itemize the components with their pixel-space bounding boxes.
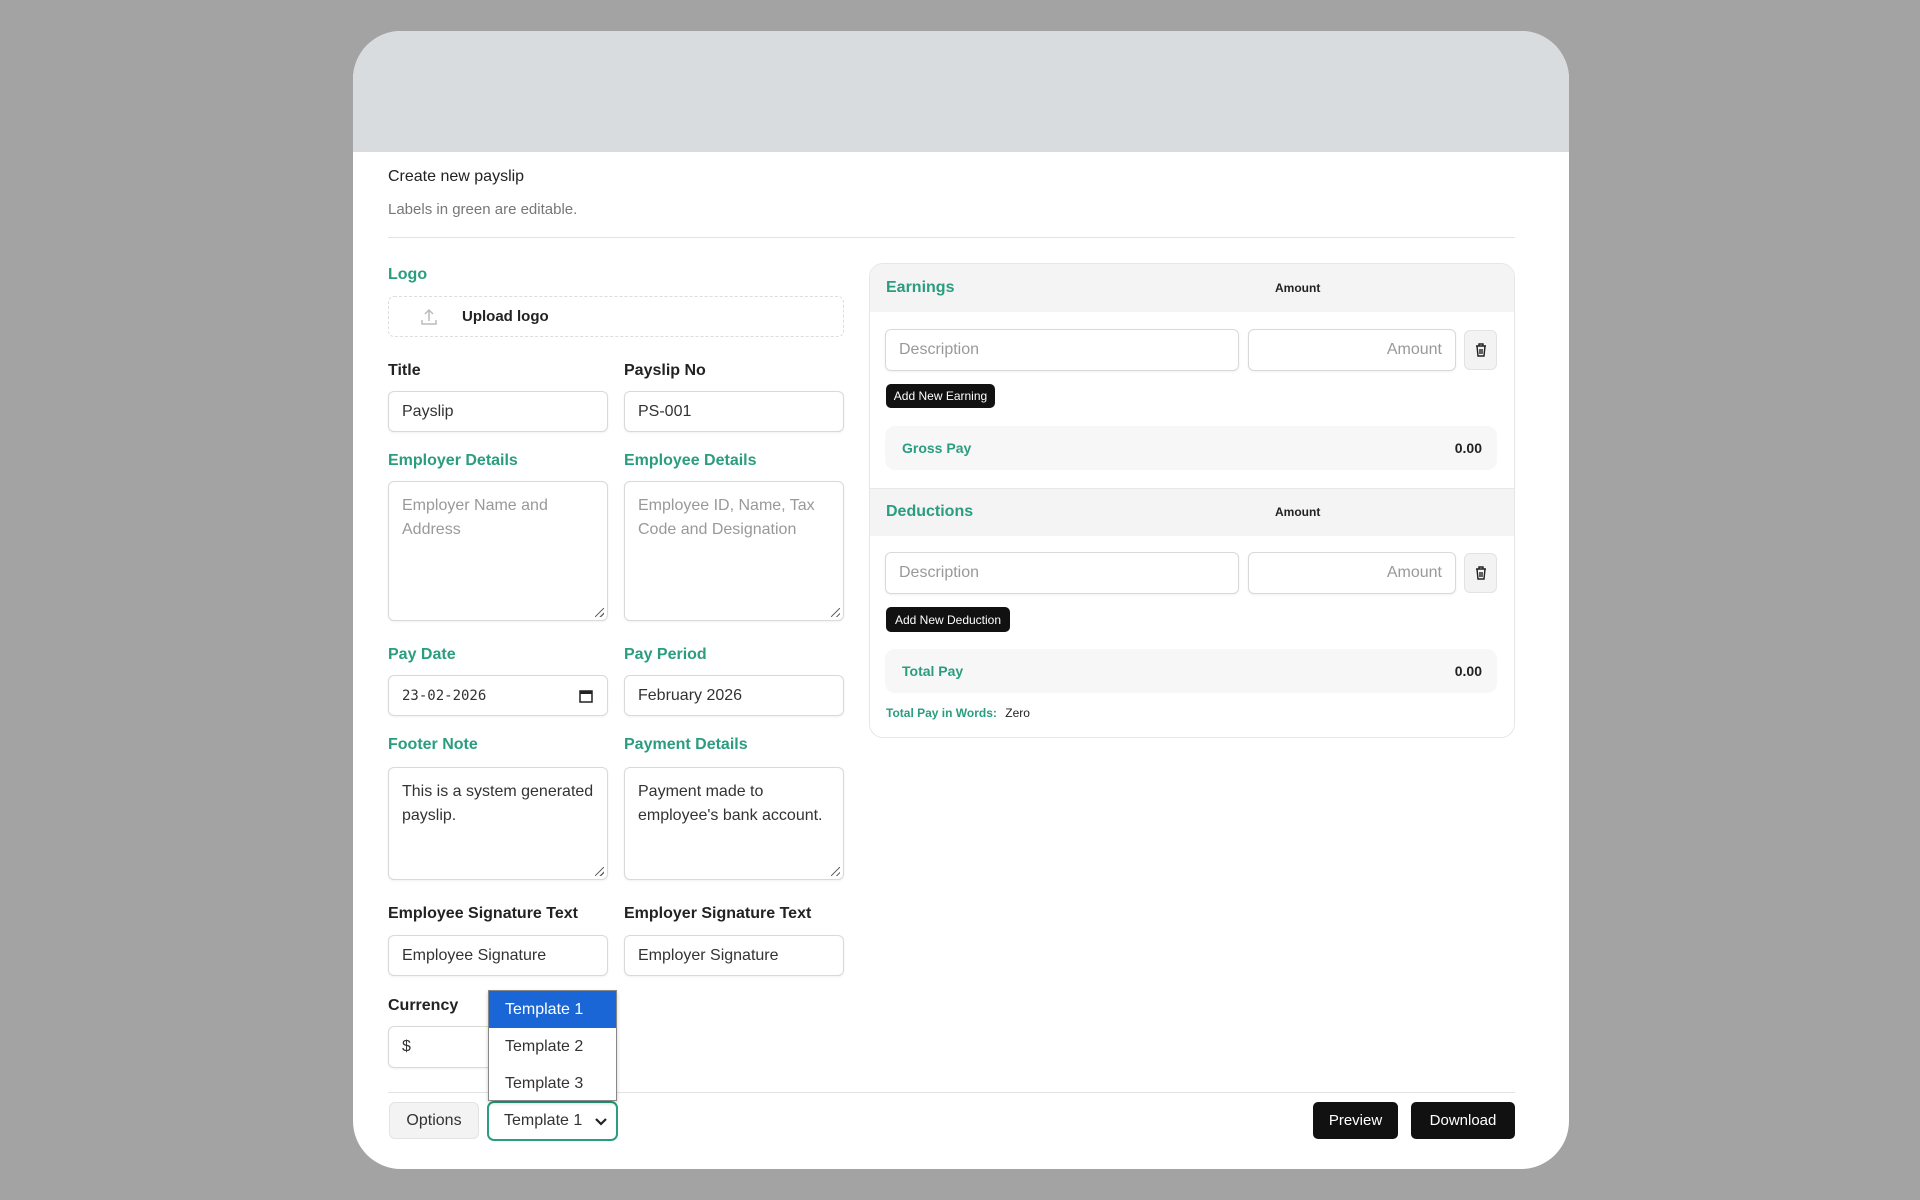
pay-date-input[interactable]: 23-02-2026 <box>388 675 608 716</box>
template-select-value: Template 1 <box>504 1112 582 1130</box>
employer-details-textarea[interactable]: Employer Name and Address <box>388 481 608 621</box>
card-header-banner <box>353 31 1569 152</box>
resize-grip-icon[interactable] <box>831 608 840 617</box>
calendar-icon[interactable] <box>579 689 593 703</box>
total-pay-words-row: Total Pay in Words: Zero <box>886 706 1030 720</box>
upload-icon <box>419 307 439 327</box>
resize-grip-icon[interactable] <box>831 867 840 876</box>
template-option-3[interactable]: Template 3 <box>489 1065 616 1102</box>
total-pay-value: 0.00 <box>1455 663 1482 679</box>
add-new-deduction-button[interactable]: Add New Deduction <box>886 607 1010 632</box>
chevron-down-icon <box>595 1117 607 1126</box>
download-button[interactable]: Download <box>1411 1102 1515 1139</box>
total-pay-label[interactable]: Total Pay <box>902 663 963 679</box>
upload-logo-label: Upload logo <box>462 308 549 325</box>
template-option-1[interactable]: Template 1 <box>489 991 616 1028</box>
resize-grip-icon[interactable] <box>595 867 604 876</box>
total-pay-words-label[interactable]: Total Pay in Words: <box>886 706 997 720</box>
currency-label: Currency <box>388 997 458 1015</box>
employee-signature-label: Employee Signature Text <box>388 905 578 923</box>
payment-details-textarea[interactable]: Payment made to employee's bank account. <box>624 767 844 880</box>
employee-details-placeholder: Employee ID, Name, Tax Code and Designat… <box>638 494 830 542</box>
earnings-amount-header: Amount <box>1275 281 1320 295</box>
gross-pay-value: 0.00 <box>1455 440 1482 456</box>
employer-signature-input[interactable]: Employer Signature <box>624 935 844 976</box>
employer-details-label[interactable]: Employer Details <box>388 452 518 470</box>
payment-details-value: Payment made to employee's bank account. <box>638 780 830 828</box>
earning-amount-input[interactable]: Amount <box>1248 329 1456 371</box>
employee-details-textarea[interactable]: Employee ID, Name, Tax Code and Designat… <box>624 481 844 621</box>
earning-description-input[interactable]: Description <box>885 329 1239 371</box>
footer-note-value: This is a system generated payslip. <box>402 780 594 828</box>
footer-note-textarea[interactable]: This is a system generated payslip. <box>388 767 608 880</box>
employee-signature-input[interactable]: Employee Signature <box>388 935 608 976</box>
title-label: Title <box>388 362 421 380</box>
title-input[interactable]: Payslip <box>388 391 608 432</box>
trash-icon <box>1475 566 1487 580</box>
preview-button[interactable]: Preview <box>1313 1102 1398 1139</box>
footer-note-label[interactable]: Footer Note <box>388 736 478 754</box>
deduction-description-input[interactable]: Description <box>885 552 1239 594</box>
pay-date-label[interactable]: Pay Date <box>388 646 456 664</box>
pay-date-value: 23-02-2026 <box>402 688 486 704</box>
resize-grip-icon[interactable] <box>595 608 604 617</box>
deduction-amount-input[interactable]: Amount <box>1248 552 1456 594</box>
page-title: Create new payslip <box>388 168 524 186</box>
template-option-2[interactable]: Template 2 <box>489 1028 616 1065</box>
payslip-no-input[interactable]: PS-001 <box>624 391 844 432</box>
logo-label[interactable]: Logo <box>388 266 427 284</box>
earnings-title[interactable]: Earnings <box>886 279 954 297</box>
template-select[interactable]: Template 1 <box>487 1101 618 1141</box>
gross-pay-label[interactable]: Gross Pay <box>902 440 971 456</box>
add-new-earning-button[interactable]: Add New Earning <box>886 384 995 408</box>
total-pay-row: Total Pay 0.00 <box>885 649 1497 693</box>
deductions-title[interactable]: Deductions <box>886 503 973 521</box>
employee-details-label[interactable]: Employee Details <box>624 452 757 470</box>
employer-details-placeholder: Employer Name and Address <box>402 494 594 542</box>
employer-signature-label: Employer Signature Text <box>624 905 811 923</box>
pay-period-label[interactable]: Pay Period <box>624 646 707 664</box>
pay-period-input[interactable]: February 2026 <box>624 675 844 716</box>
payslip-no-label: Payslip No <box>624 362 706 380</box>
deductions-amount-header: Amount <box>1275 505 1320 519</box>
template-dropdown-list: Template 1 Template 2 Template 3 <box>488 990 617 1101</box>
delete-deduction-button[interactable] <box>1464 553 1497 593</box>
options-button[interactable]: Options <box>389 1102 479 1139</box>
delete-earning-button[interactable] <box>1464 330 1497 370</box>
divider <box>388 237 1515 238</box>
gross-pay-row: Gross Pay 0.00 <box>885 426 1497 470</box>
page-subtitle: Labels in green are editable. <box>388 201 577 218</box>
payment-details-label[interactable]: Payment Details <box>624 736 748 754</box>
total-pay-words-value: Zero <box>1005 706 1030 720</box>
upload-logo-dropzone[interactable]: Upload logo <box>388 296 844 337</box>
trash-icon <box>1475 343 1487 357</box>
earnings-header <box>870 264 1514 312</box>
